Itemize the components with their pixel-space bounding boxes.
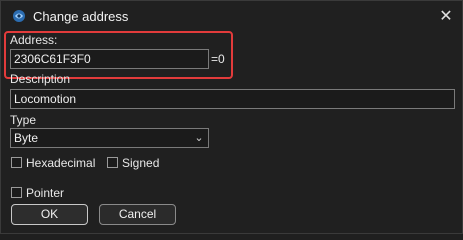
ok-button[interactable]: OK [11, 204, 88, 225]
hexadecimal-label: Hexadecimal [26, 156, 96, 170]
title-bar: Change address ✕ [1, 1, 462, 32]
description-label: Description [10, 72, 71, 86]
type-select-value: Byte [14, 131, 39, 145]
description-input[interactable] [10, 89, 455, 109]
hexadecimal-checkbox[interactable] [11, 157, 22, 168]
chevron-down-icon: ⌄ [194, 132, 204, 144]
pointer-label: Pointer [26, 186, 65, 200]
change-address-dialog: Change address ✕ Address: =0 Description… [0, 0, 463, 234]
pointer-checkbox[interactable] [11, 187, 22, 198]
cancel-button[interactable]: Cancel [99, 204, 176, 225]
address-input[interactable] [10, 49, 209, 69]
type-select[interactable]: Byte ⌄ [10, 128, 209, 148]
cheat-engine-icon [13, 10, 25, 22]
address-label: Address: [10, 33, 58, 47]
address-result: =0 [211, 52, 225, 66]
signed-label: Signed [122, 156, 160, 170]
signed-checkbox[interactable] [107, 157, 118, 168]
window-title: Change address [33, 9, 129, 24]
type-label: Type [10, 113, 37, 127]
close-icon[interactable]: ✕ [437, 8, 455, 26]
